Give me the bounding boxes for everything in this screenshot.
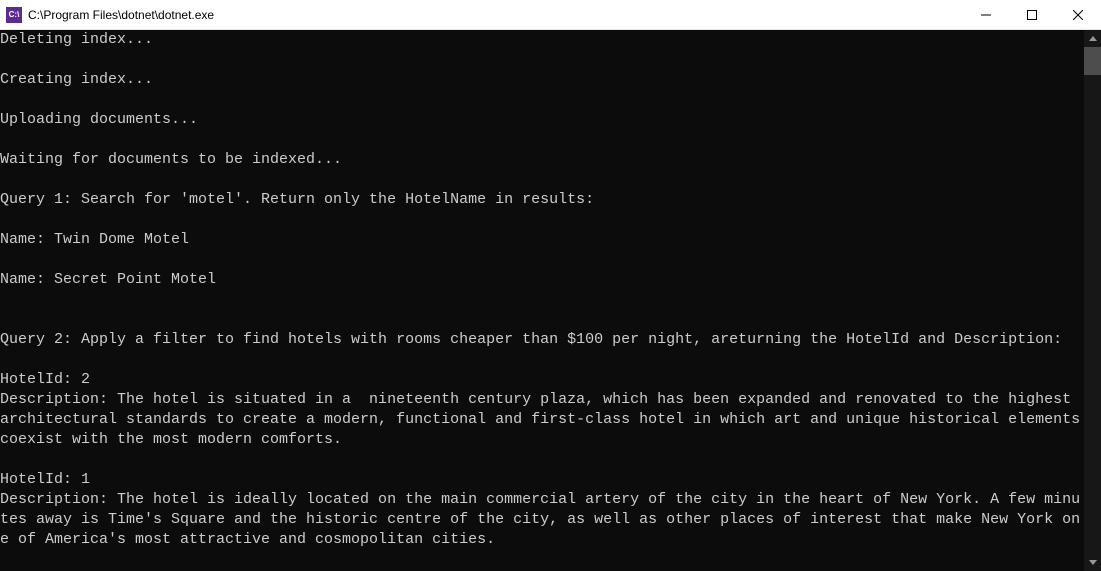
console-output[interactable]: Deleting index... Creating index... Uplo… bbox=[0, 30, 1084, 571]
window-title: C:\Program Files\dotnet\dotnet.exe bbox=[28, 8, 214, 22]
close-icon bbox=[1073, 10, 1083, 20]
chevron-up-icon bbox=[1089, 36, 1097, 41]
scroll-thumb[interactable] bbox=[1084, 47, 1101, 75]
maximize-icon bbox=[1027, 10, 1037, 20]
titlebar-left: C:\ C:\Program Files\dotnet\dotnet.exe bbox=[6, 7, 214, 23]
minimize-button[interactable] bbox=[963, 0, 1009, 29]
window-controls bbox=[963, 0, 1101, 29]
scroll-up-arrow[interactable] bbox=[1084, 30, 1101, 47]
vertical-scrollbar[interactable] bbox=[1084, 30, 1101, 571]
chevron-down-icon bbox=[1089, 560, 1097, 565]
window-titlebar[interactable]: C:\ C:\Program Files\dotnet\dotnet.exe bbox=[0, 0, 1101, 30]
minimize-icon bbox=[981, 10, 991, 20]
scroll-down-arrow[interactable] bbox=[1084, 554, 1101, 571]
console-area: Deleting index... Creating index... Uplo… bbox=[0, 30, 1101, 571]
close-button[interactable] bbox=[1055, 0, 1101, 29]
app-icon: C:\ bbox=[6, 7, 22, 23]
maximize-button[interactable] bbox=[1009, 0, 1055, 29]
